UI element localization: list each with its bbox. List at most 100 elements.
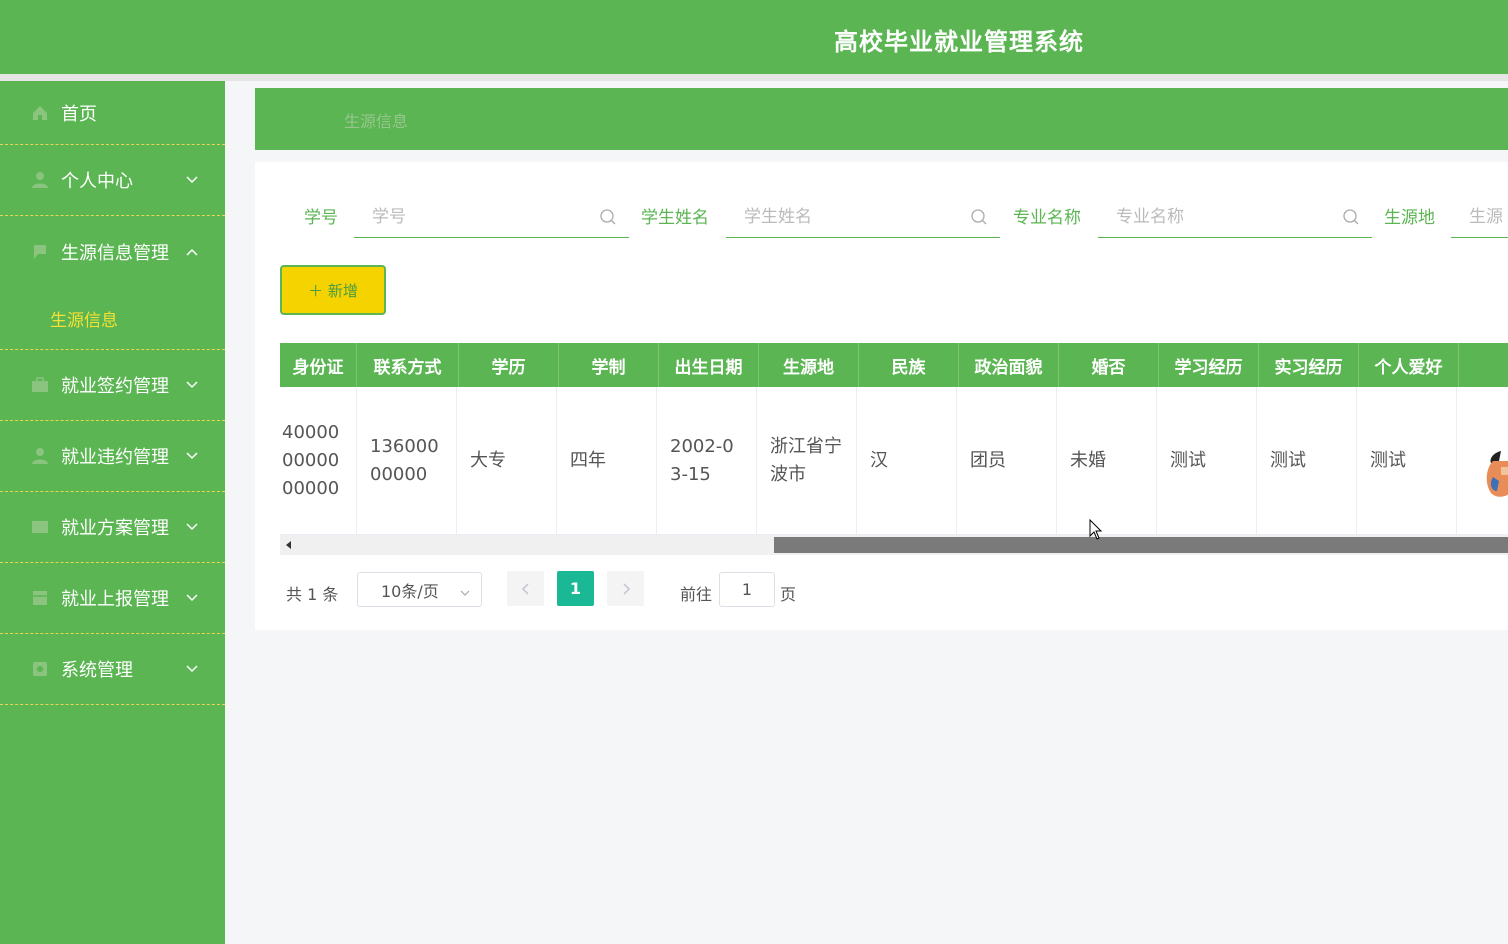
table-cell-hobbies: 测试 bbox=[1357, 387, 1457, 535]
chevron-left-icon bbox=[521, 582, 529, 595]
top-header: 高校毕业就业管理系统 bbox=[0, 0, 1508, 74]
search-icon[interactable] bbox=[599, 208, 617, 226]
sidebar-item-employment-contract-management[interactable]: 就业签约管理 bbox=[0, 350, 225, 421]
app-title: 高校毕业就业管理系统 bbox=[834, 28, 1084, 56]
calendar-icon bbox=[30, 588, 50, 608]
origin-field[interactable] bbox=[1451, 196, 1508, 238]
home-icon bbox=[30, 103, 50, 123]
sidebar-item-label: 首页 bbox=[61, 103, 97, 125]
student-name-field[interactable] bbox=[726, 196, 1000, 238]
table-row[interactable]: 400000000000000 13600000000 大专 四年 2002-0… bbox=[280, 387, 1508, 535]
sidebar-item-label: 就业违约管理 bbox=[61, 447, 169, 468]
table-cell-birth-date: 2002-03-15 bbox=[657, 387, 757, 535]
column-header[interactable]: 出生日期 bbox=[659, 343, 759, 387]
column-header[interactable]: 联系方式 bbox=[357, 343, 459, 387]
add-button-label: ＋ 新增 bbox=[308, 281, 358, 300]
column-header[interactable]: 政治面貌 bbox=[959, 343, 1059, 387]
chevron-down-icon bbox=[185, 449, 199, 463]
sidebar-item-system-management[interactable]: 系统管理 bbox=[0, 634, 225, 705]
sidebar-item-home[interactable]: 首页 bbox=[0, 81, 225, 145]
add-button[interactable]: ＋ 新增 bbox=[280, 265, 386, 315]
search-bar: 学号 学生姓名 专业名称 生源地 bbox=[255, 162, 1508, 252]
column-header[interactable]: 民族 bbox=[859, 343, 959, 387]
sidebar: 首页 个人中心 生源信息管理 生源信息 就业签约管理 就业违约管理 就业方案管理… bbox=[0, 81, 225, 944]
table-cell-internship-experience: 测试 bbox=[1257, 387, 1357, 535]
chevron-down-icon bbox=[459, 584, 471, 596]
page-suffix: 页 bbox=[780, 585, 797, 604]
table-header: 身份证 联系方式 学历 学制 出生日期 生源地 民族 政治面貌 婚否 学习经历 … bbox=[280, 343, 1508, 387]
page-size-value: 10条/页 bbox=[381, 581, 439, 601]
table-cell-study-experience: 测试 bbox=[1157, 387, 1257, 535]
column-header[interactable]: 生源地 bbox=[759, 343, 859, 387]
sidebar-subitem-label: 生源信息 bbox=[50, 310, 118, 331]
data-table: 身份证 联系方式 学历 学制 出生日期 生源地 民族 政治面貌 婚否 学习经历 … bbox=[280, 343, 1508, 537]
pagination: 共 1 条 10条/页 1 前往 页 bbox=[255, 570, 1508, 610]
prev-page-button[interactable] bbox=[507, 571, 544, 606]
sidebar-item-employment-report-management[interactable]: 就业上报管理 bbox=[0, 563, 225, 634]
document-icon bbox=[30, 517, 50, 537]
table-cell-origin: 浙江省宁波市 bbox=[757, 387, 857, 535]
table-cell-photo bbox=[1457, 387, 1508, 535]
search-icon[interactable] bbox=[970, 208, 988, 226]
page-size-select[interactable]: 10条/页 bbox=[357, 572, 482, 607]
search-label-major-name: 专业名称 bbox=[1013, 208, 1081, 228]
chevron-down-icon bbox=[185, 173, 199, 187]
sidebar-item-label: 就业上报管理 bbox=[61, 589, 169, 610]
next-page-button[interactable] bbox=[607, 571, 644, 606]
sidebar-item-label: 生源信息管理 bbox=[61, 242, 169, 264]
search-icon[interactable] bbox=[1342, 208, 1360, 226]
search-label-student-id: 学号 bbox=[304, 208, 338, 228]
column-header[interactable]: 婚否 bbox=[1059, 343, 1159, 387]
user-icon bbox=[30, 170, 50, 190]
search-label-student-name: 学生姓名 bbox=[641, 208, 709, 228]
breadcrumb-current: 生源信息 bbox=[344, 112, 409, 131]
major-name-field[interactable] bbox=[1098, 196, 1372, 238]
origin-input[interactable] bbox=[1451, 196, 1508, 237]
sidebar-item-label: 个人中心 bbox=[61, 171, 133, 192]
table-cell-marital-status: 未婚 bbox=[1057, 387, 1157, 535]
chevron-down-icon bbox=[185, 378, 199, 392]
briefcase-icon bbox=[30, 375, 50, 395]
chevron-up-icon bbox=[185, 245, 199, 259]
goto-page-field[interactable] bbox=[719, 572, 775, 607]
column-header[interactable]: 身份证 bbox=[280, 343, 357, 387]
chevron-down-icon bbox=[185, 591, 199, 605]
student-name-input[interactable] bbox=[726, 196, 1000, 237]
student-id-input[interactable] bbox=[354, 196, 629, 237]
chevron-down-icon bbox=[185, 662, 199, 676]
pagination-total: 共 1 条 bbox=[286, 585, 339, 604]
sidebar-item-student-source-management[interactable]: 生源信息管理 bbox=[0, 216, 225, 287]
settings-icon bbox=[30, 659, 50, 679]
page-number-button[interactable]: 1 bbox=[557, 571, 594, 606]
sidebar-subitem-student-source-info[interactable]: 生源信息 bbox=[0, 287, 225, 350]
table-cell-study-length: 四年 bbox=[557, 387, 657, 535]
content-panel: 学号 学生姓名 专业名称 生源地 ＋ 新增 bbox=[255, 162, 1508, 630]
column-header[interactable]: 个人爱好 bbox=[1359, 343, 1459, 387]
column-header[interactable]: 学习经历 bbox=[1159, 343, 1259, 387]
scrollbar-thumb[interactable] bbox=[774, 537, 1508, 553]
scroll-left-arrow-icon[interactable] bbox=[286, 541, 291, 549]
column-header[interactable] bbox=[1459, 343, 1508, 387]
student-photo bbox=[1486, 451, 1508, 497]
sidebar-item-employment-breach-management[interactable]: 就业违约管理 bbox=[0, 421, 225, 492]
student-id-field[interactable] bbox=[354, 196, 629, 238]
mouse-cursor-icon bbox=[1089, 519, 1103, 540]
column-header[interactable]: 学制 bbox=[559, 343, 659, 387]
flag-icon bbox=[30, 242, 50, 262]
sidebar-item-employment-plan-management[interactable]: 就业方案管理 bbox=[0, 492, 225, 563]
horizontal-scrollbar[interactable] bbox=[280, 535, 1508, 555]
chevron-right-icon bbox=[622, 582, 630, 595]
sidebar-item-personal-center[interactable]: 个人中心 bbox=[0, 145, 225, 216]
goto-label: 前往 bbox=[680, 585, 713, 604]
table-cell-ethnicity: 汉 bbox=[857, 387, 957, 535]
breadcrumb: 生源信息 bbox=[255, 88, 1508, 150]
major-name-input[interactable] bbox=[1098, 196, 1372, 237]
column-header[interactable]: 实习经历 bbox=[1259, 343, 1359, 387]
table-cell-political-status: 团员 bbox=[957, 387, 1057, 535]
user-icon bbox=[30, 446, 50, 466]
chevron-down-icon bbox=[185, 520, 199, 534]
sidebar-item-label: 系统管理 bbox=[61, 660, 133, 681]
header-divider bbox=[0, 74, 1508, 81]
goto-page-input[interactable] bbox=[720, 573, 774, 606]
column-header[interactable]: 学历 bbox=[459, 343, 559, 387]
